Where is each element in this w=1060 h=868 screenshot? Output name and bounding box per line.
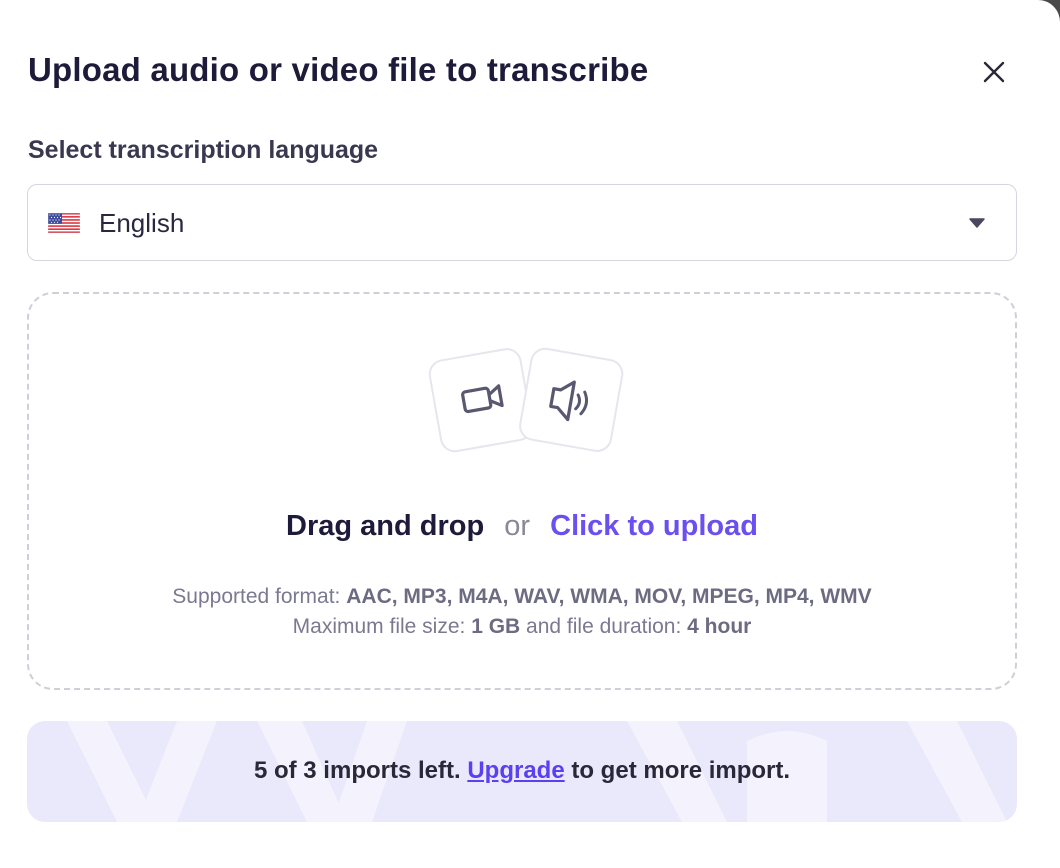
banner-suffix-text: to get more import. bbox=[571, 757, 791, 784]
supported-formats: Supported format: AAC, MP3, M4A, WAV, WM… bbox=[29, 584, 1015, 610]
close-icon bbox=[983, 61, 1005, 83]
click-to-upload-link[interactable]: Click to upload bbox=[550, 510, 758, 542]
format-label: Supported format: bbox=[172, 585, 341, 608]
file-limits: Maximum file size: 1 GB and file duratio… bbox=[29, 614, 1015, 640]
duration-label: and file duration: bbox=[526, 615, 682, 638]
close-button[interactable] bbox=[976, 54, 1012, 90]
size-label: Maximum file size: bbox=[292, 615, 466, 638]
selected-language: English bbox=[99, 208, 185, 238]
language-label: Select transcription language bbox=[28, 136, 379, 164]
upload-dialog: Upload audio or video file to transcribe… bbox=[0, 0, 1060, 868]
file-drop-zone[interactable]: Drag and drop or Click to upload Support… bbox=[27, 292, 1017, 690]
size-value: 1 GB bbox=[471, 615, 521, 638]
import-limit-banner: 5 of 3 imports left. Upgrade to get more… bbox=[27, 721, 1017, 822]
speaker-icon bbox=[519, 347, 624, 452]
us-flag-icon bbox=[48, 213, 80, 233]
language-select[interactable]: English bbox=[27, 184, 1017, 261]
imports-left-text: 5 of 3 imports left. bbox=[253, 757, 461, 784]
duration-value: 4 hour bbox=[687, 615, 752, 638]
dialog-title: Upload audio or video file to transcribe bbox=[28, 51, 649, 88]
upgrade-link[interactable]: Upgrade bbox=[467, 757, 564, 784]
file-type-icons bbox=[428, 347, 624, 453]
banner-message: 5 of 3 imports left. Upgrade to get more… bbox=[27, 756, 1017, 786]
drag-drop-text: Drag and drop bbox=[286, 510, 485, 542]
video-camera-icon bbox=[428, 348, 533, 453]
caret-down-icon bbox=[969, 218, 985, 228]
drop-instructions: Drag and drop or Click to upload bbox=[29, 508, 1015, 544]
format-list: AAC, MP3, M4A, WAV, WMA, MOV, MPEG, MP4,… bbox=[346, 585, 872, 608]
or-text: or bbox=[504, 510, 531, 542]
